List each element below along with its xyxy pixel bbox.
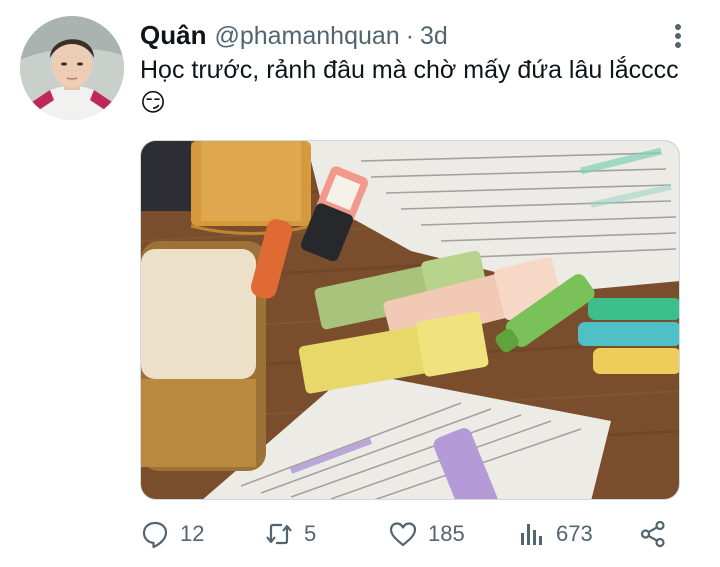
tweet-timestamp[interactable]: 3d [420,22,448,51]
view-count: 673 [556,521,593,546]
retweet-button[interactable]: 5 [264,512,316,556]
retweet-count: 5 [304,521,317,546]
reply-icon [142,521,168,549]
like-button[interactable]: 185 [388,512,465,556]
views-button[interactable]: 673 [516,512,593,556]
like-count: 185 [428,521,465,546]
tweet-text: Học trước, rảnh đâu mà chờ mấy đứa lâu l… [140,56,679,117]
retweet-icon [266,523,292,545]
author-name[interactable]: Quân [140,20,206,51]
more-options-button[interactable] [664,20,692,52]
reply-button[interactable]: 12 [140,512,204,556]
tweet-actions: 12 5 185 673 [140,512,680,556]
share-button[interactable] [638,512,668,556]
tweet-photo[interactable] [140,140,680,500]
more-vertical-icon [675,24,681,48]
tweet-header: Quân @phamanhquan · 3d [140,20,448,50]
avatar[interactable] [20,16,124,120]
reply-count: 12 [180,521,205,546]
separator-dot: · [405,22,415,50]
views-icon [521,524,542,545]
tweet: Quân @phamanhquan · 3d Học trước, rảnh đ… [0,0,720,567]
author-handle[interactable]: @phamanhquan [214,22,399,51]
heart-icon [389,522,417,547]
share-icon [640,520,665,548]
